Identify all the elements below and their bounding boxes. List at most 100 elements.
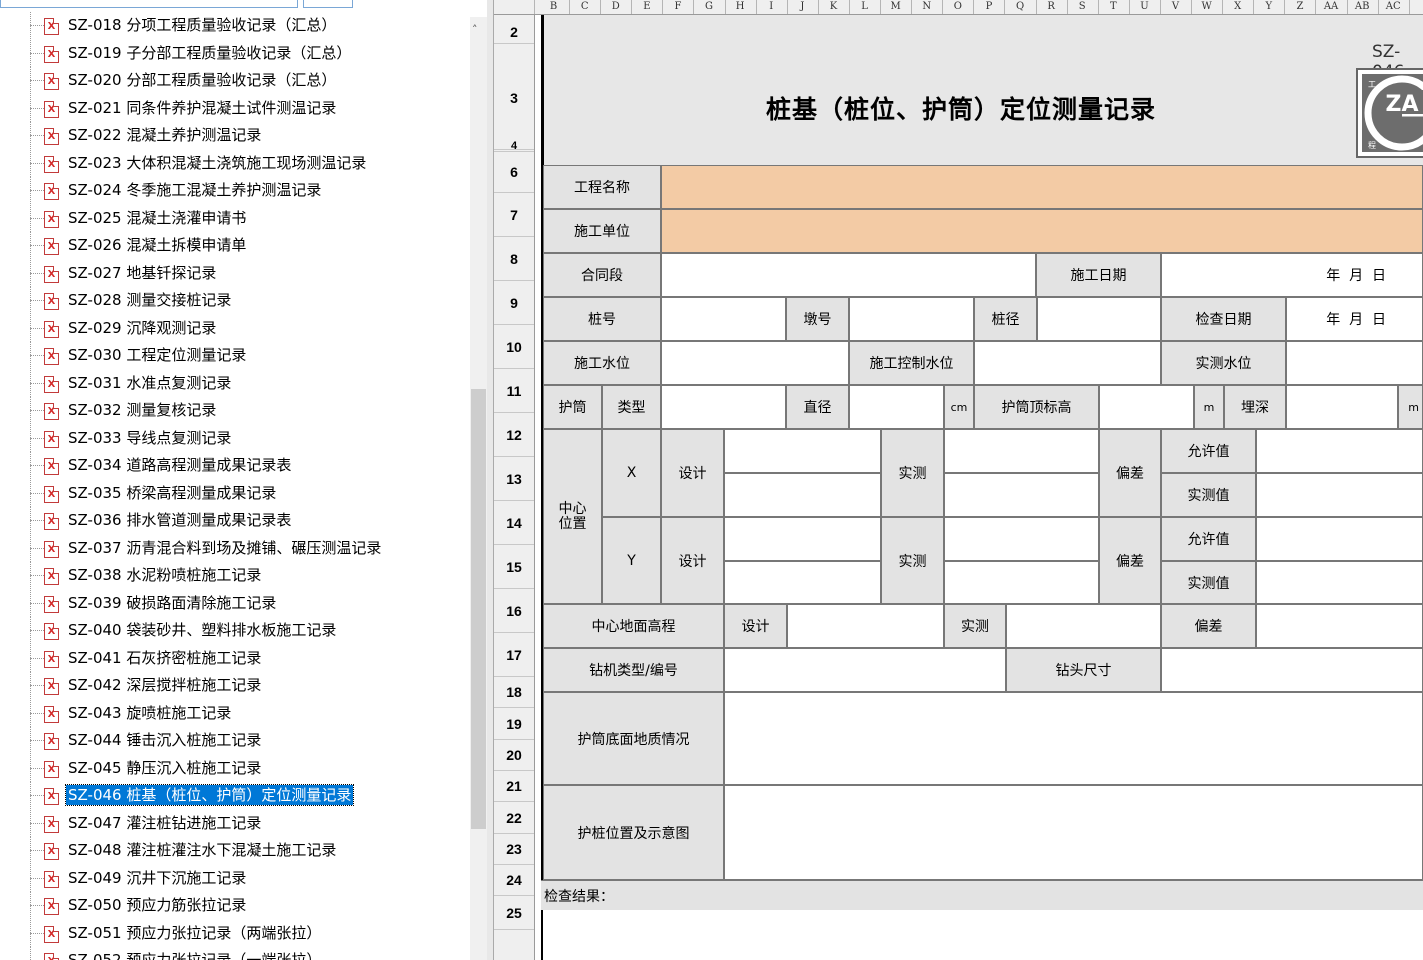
x-measured-field-2[interactable]	[944, 473, 1099, 517]
elev-design-field[interactable]	[787, 604, 944, 648]
tree-scrollbar-thumb[interactable]	[471, 389, 486, 829]
column-header-cell[interactable]: X	[1222, 0, 1255, 14]
tree-search-input[interactable]	[0, 0, 298, 8]
pile-dia-field[interactable]	[1037, 297, 1161, 341]
center-position-label[interactable]: 中心位置	[543, 429, 602, 604]
tree-item[interactable]: X SZ-023 大体积混凝土浇筑施工现场测温记录	[30, 149, 470, 177]
center-elev-label[interactable]: 中心地面高程	[543, 604, 724, 648]
tree-item[interactable]: X SZ-051 预应力张拉记录（两端张拉）	[30, 919, 470, 947]
drill-type-label[interactable]: 钻机类型/编号	[543, 648, 724, 692]
row-header-cell[interactable]: 13	[494, 457, 534, 501]
elev-deviation-field[interactable]	[1256, 604, 1423, 648]
row-header-cell[interactable]: 24	[494, 865, 534, 896]
casing-position-field[interactable]	[724, 785, 1423, 880]
row-header-cell[interactable]: 20	[494, 740, 534, 771]
casing-geology-field[interactable]	[724, 692, 1423, 785]
tree-item[interactable]: X SZ-022 混凝土养护测温记录	[30, 122, 470, 149]
column-header-cell[interactable]: V	[1160, 0, 1193, 14]
y-allowed-label[interactable]: 允许值	[1161, 517, 1256, 561]
x-allowed-label[interactable]: 允许值	[1161, 429, 1256, 473]
y-measured-field-1[interactable]	[944, 517, 1099, 561]
m-unit-label[interactable]: m	[1398, 385, 1423, 429]
row-header-cell[interactable]: 8	[494, 237, 534, 281]
casing-diameter-label[interactable]: 直径	[786, 385, 849, 429]
row-header-cell[interactable]: 15	[494, 545, 534, 589]
panel-splitter[interactable]	[487, 0, 494, 960]
column-header-cell[interactable]: M	[880, 0, 913, 14]
row-header-cell[interactable]: 7	[494, 193, 534, 237]
measured-water-field[interactable]	[1286, 341, 1423, 385]
column-header-cell[interactable]: B	[538, 0, 571, 14]
tree-item[interactable]: X SZ-032 测量复核记录	[30, 397, 470, 424]
pile-no-field[interactable]	[661, 297, 786, 341]
tree-item[interactable]: X SZ-033 导线点复测记录	[30, 424, 470, 452]
x-label[interactable]: X	[602, 429, 661, 517]
row-header-cell[interactable]: 17	[494, 633, 534, 677]
tree-item[interactable]: X SZ-041 石灰挤密桩施工记录	[30, 644, 470, 672]
contract-section-field[interactable]	[661, 253, 1036, 297]
pier-no-label[interactable]: 墩号	[786, 297, 849, 341]
row-header-cell[interactable]: 12	[494, 413, 534, 457]
tree-item[interactable]: X SZ-031 水准点复测记录	[30, 369, 470, 397]
y-design-field-2[interactable]	[724, 561, 881, 604]
casing-geology-label[interactable]: 护筒底面地质情况	[543, 692, 724, 785]
column-header-cell[interactable]: P	[973, 0, 1006, 14]
tree-item[interactable]: X SZ-025 混凝土浇灌申请书	[30, 204, 470, 232]
column-header-cell[interactable]: H	[725, 0, 757, 14]
tree-item[interactable]: X SZ-027 地基钎探记录	[30, 259, 470, 287]
column-header-cell[interactable]: U	[1129, 0, 1161, 14]
casing-label[interactable]: 护筒	[543, 385, 602, 429]
bit-size-label[interactable]: 钻头尺寸	[1006, 648, 1161, 692]
row-header-cell[interactable]: 22	[494, 802, 534, 834]
tree-item[interactable]: X SZ-029 沉降观测记录	[30, 314, 470, 342]
casing-type-label[interactable]: 类型	[602, 385, 661, 429]
x-design-field-1[interactable]	[724, 429, 881, 473]
contractor-field[interactable]	[661, 209, 1423, 253]
tree-item[interactable]: X SZ-043 旋喷桩施工记录	[30, 699, 470, 727]
pile-no-label[interactable]: 桩号	[543, 297, 661, 341]
check-date-field[interactable]: 年 月 日	[1286, 297, 1423, 341]
column-header-cell[interactable]: O	[942, 0, 975, 14]
casing-top-field[interactable]	[1099, 385, 1194, 429]
control-water-field[interactable]	[974, 341, 1161, 385]
tree-item[interactable]: X SZ-028 测量交接桩记录	[30, 287, 470, 314]
select-all-corner[interactable]	[494, 0, 535, 14]
column-header-cell[interactable]: T	[1098, 0, 1130, 14]
check-date-label[interactable]: 检查日期	[1161, 297, 1286, 341]
row-header-cell[interactable]: 9	[494, 281, 534, 325]
y-measured-label[interactable]: 实测	[881, 517, 944, 604]
cm-unit-label[interactable]: cm	[944, 385, 974, 429]
y-design-field-1[interactable]	[724, 517, 881, 561]
tree-item[interactable]: X SZ-047 灌注桩钻进施工记录	[30, 809, 470, 837]
casing-position-label[interactable]: 护桩位置及示意图	[543, 785, 724, 880]
m-unit-label[interactable]: m	[1194, 385, 1224, 429]
column-header-cell[interactable]: AB	[1347, 0, 1379, 14]
tree-item[interactable]: X SZ-040 袋装砂井、塑料排水板施工记录	[30, 617, 470, 644]
tree-item[interactable]: X SZ-050 预应力筋张拉记录	[30, 892, 470, 919]
x-measured-value-label[interactable]: 实测值	[1161, 473, 1256, 517]
column-header-cell[interactable]: Y	[1253, 0, 1286, 14]
scroll-up-icon[interactable]: ˄	[472, 23, 478, 36]
construction-water-field[interactable]	[661, 341, 849, 385]
elev-design-label[interactable]: 设计	[724, 604, 787, 648]
tree-item[interactable]: X SZ-030 工程定位测量记录	[30, 342, 470, 369]
tree-item[interactable]: X SZ-020 分部工程质量验收记录（汇总）	[30, 67, 470, 94]
column-header-cell[interactable]: E	[631, 0, 664, 14]
tree-item[interactable]: X SZ-036 排水管道测量成果记录表	[30, 507, 470, 534]
tree-item[interactable]: X SZ-035 桥梁高程测量成果记录	[30, 479, 470, 507]
tree-scrollbar[interactable]: ˄	[470, 17, 487, 960]
casing-diameter-field[interactable]	[849, 385, 944, 429]
tree-item[interactable]: X SZ-024 冬季施工混凝土养护测温记录	[30, 177, 470, 204]
tree-item[interactable]: X SZ-048 灌注桩灌注水下混凝土施工记录	[30, 837, 470, 864]
row-header-cell[interactable]: 10	[494, 325, 534, 369]
row-header-cell[interactable]: 21	[494, 771, 534, 802]
tree-item[interactable]: X SZ-049 沉井下沉施工记录	[30, 864, 470, 892]
row-header-cell[interactable]: 18	[494, 677, 534, 708]
tree-item[interactable]: X SZ-021 同条件养护混凝土试件测温记录	[30, 94, 470, 122]
pier-no-field[interactable]	[849, 297, 974, 341]
column-header-cell[interactable]: AA	[1316, 0, 1348, 14]
pile-dia-label[interactable]: 桩径	[974, 297, 1037, 341]
contract-section-label[interactable]: 合同段	[543, 253, 661, 297]
row-header-cell[interactable]: 19	[494, 708, 534, 740]
row-header-cell[interactable]: 2	[494, 20, 534, 44]
